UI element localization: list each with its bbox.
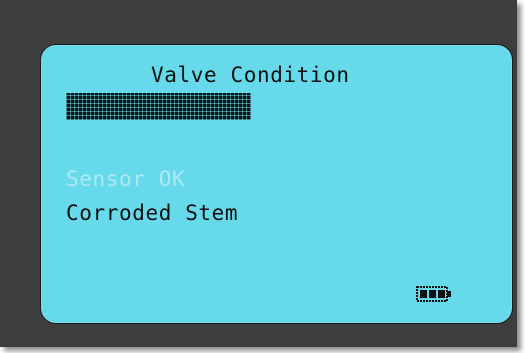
device-bezel: Valve Condition Sensor OK Corroded Stem <box>0 0 517 347</box>
screen-title: Valve Condition <box>151 63 350 87</box>
option-corroded-stem[interactable]: Corroded Stem <box>66 201 238 225</box>
progress-bar <box>66 93 251 120</box>
lcd-screen: Valve Condition Sensor OK Corroded Stem <box>40 44 513 324</box>
option-sensor-ok[interactable]: Sensor OK <box>66 167 185 191</box>
battery-icon <box>416 286 451 302</box>
